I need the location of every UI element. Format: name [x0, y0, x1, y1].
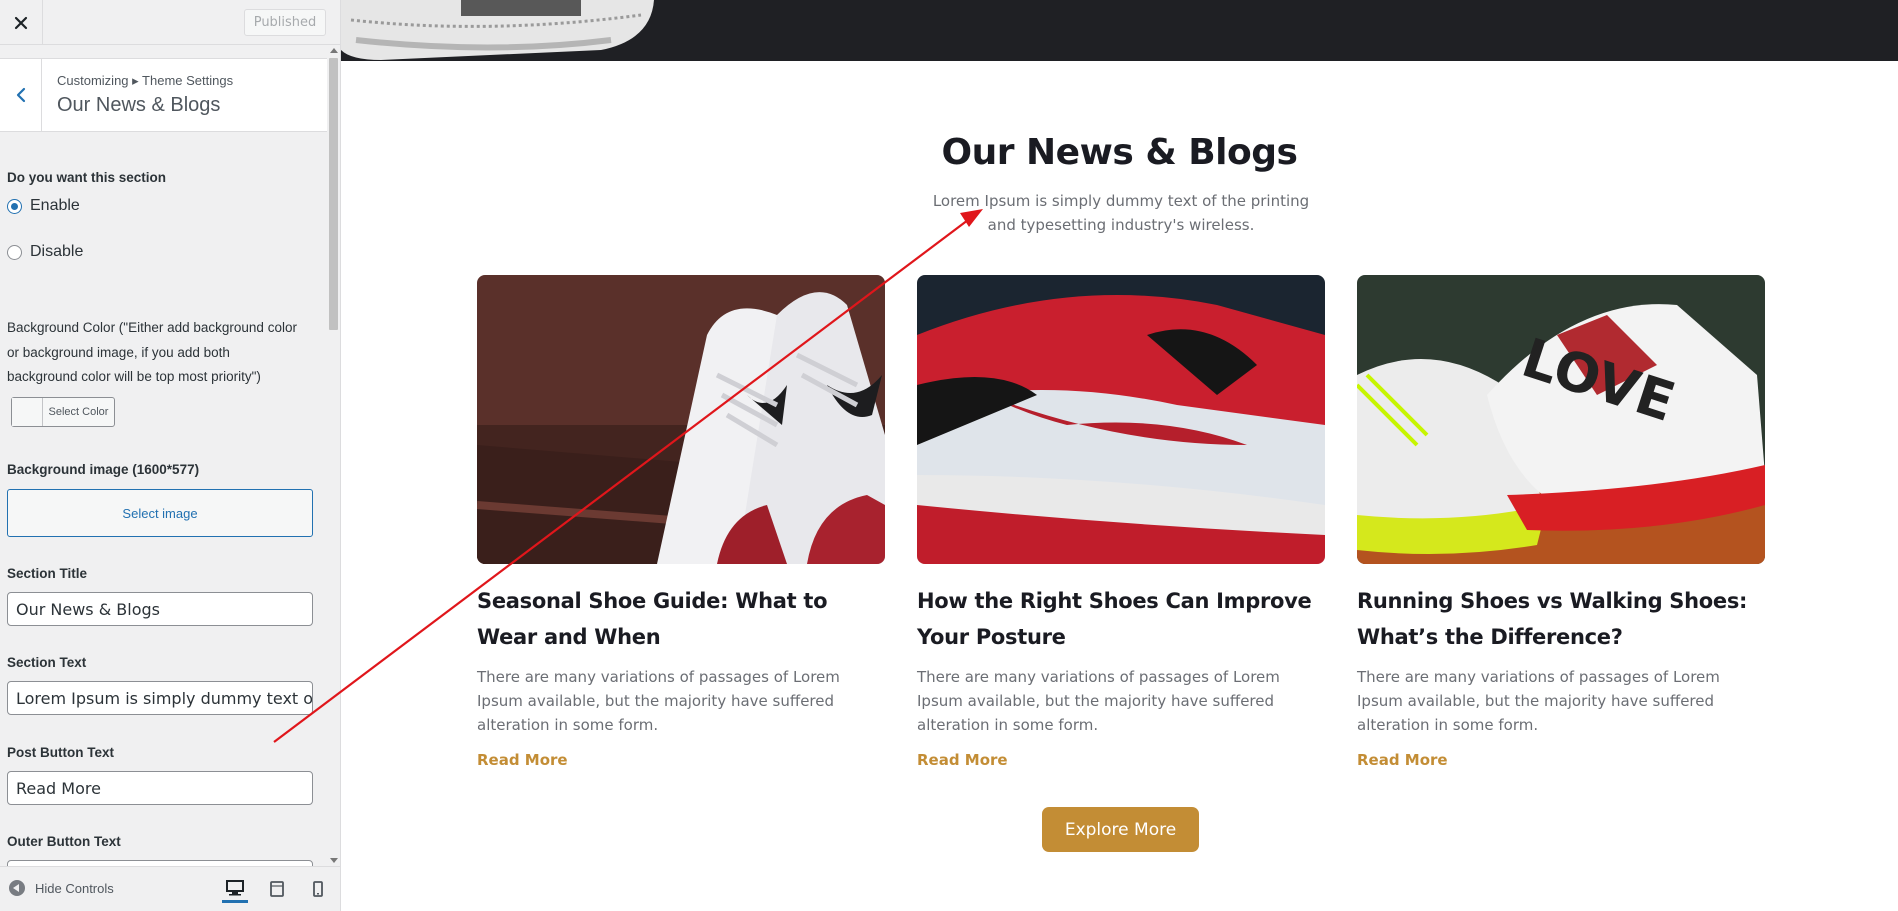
blog-title[interactable]: Seasonal Shoe Guide: What to Wear and Wh… — [477, 583, 885, 655]
hide-controls-label: Hide Controls — [35, 880, 114, 896]
read-more-link[interactable]: Read More — [917, 751, 1325, 769]
blog-excerpt: There are many variations of passages of… — [1357, 668, 1720, 734]
enable-radio-option[interactable]: Enable — [7, 197, 80, 215]
mobile-icon — [313, 881, 323, 897]
panel-title: Our News & Blogs — [57, 94, 221, 116]
blog-excerpt: There are many variations of passages of… — [917, 668, 1280, 734]
bg-image-label: Background image (1600*577) — [7, 462, 200, 477]
sidebar-scrollbar[interactable] — [327, 46, 340, 866]
scrollbar-thumb[interactable] — [329, 58, 338, 330]
select-image-button[interactable]: Select image — [7, 489, 313, 537]
disable-label: Disable — [30, 243, 84, 260]
tablet-icon — [270, 881, 284, 897]
hero-band — [341, 0, 1898, 61]
blog-card: How the Right Shoes Can Improve Your Pos… — [917, 275, 1325, 769]
close-customizer-button[interactable] — [0, 0, 43, 45]
mobile-preview-button[interactable] — [305, 875, 331, 903]
post-button-text-input[interactable]: Read More — [7, 771, 313, 805]
explore-more-button[interactable]: Explore More — [1042, 807, 1199, 852]
section-heading: Our News & Blogs — [941, 132, 1298, 173]
desktop-preview-button[interactable] — [222, 875, 248, 903]
blog-card: Seasonal Shoe Guide: What to Wear and Wh… — [477, 275, 885, 769]
section-header: Customizing ▸ Theme Settings Our News & … — [0, 58, 327, 132]
read-more-link[interactable]: Read More — [477, 751, 885, 769]
enable-label: Enable — [30, 197, 80, 214]
blog-image-sneaker-red[interactable] — [917, 275, 1325, 564]
customizer-topbar: Published — [0, 0, 340, 45]
select-color-label: Select Color — [48, 406, 109, 418]
blog-image-sneakers-white[interactable] — [477, 275, 885, 564]
published-button[interactable]: Published — [244, 9, 326, 36]
scroll-down-icon[interactable] — [330, 858, 338, 863]
blog-excerpt: There are many variations of passages of… — [477, 668, 840, 734]
enable-radio[interactable] — [7, 198, 22, 214]
section-text-label: Section Text — [7, 655, 87, 670]
chevron-left-icon — [16, 87, 25, 103]
section-text: Lorem Ipsum is simply dummy text of the … — [932, 192, 1310, 234]
desktop-icon — [226, 879, 244, 895]
site-preview: Our News & Blogs Lorem Ipsum is simply d… — [341, 0, 1898, 911]
outer-button-text-label: Outer Button Text — [7, 834, 121, 849]
post-button-text-label: Post Button Text — [7, 745, 114, 760]
select-color-button[interactable]: Select Color — [11, 397, 115, 427]
blog-image-sneakers-love[interactable]: LOVE — [1357, 275, 1765, 564]
collapse-arrow-icon — [9, 880, 25, 896]
hide-controls-button[interactable]: Hide Controls — [9, 880, 114, 896]
section-title-input[interactable]: Our News & Blogs — [7, 592, 313, 626]
disable-radio[interactable] — [7, 244, 22, 260]
enable-question-label: Do you want this section — [7, 170, 167, 185]
blog-title[interactable]: How the Right Shoes Can Improve Your Pos… — [917, 583, 1325, 655]
customizer-footer: Hide Controls — [0, 866, 340, 911]
breadcrumb: Customizing ▸ Theme Settings — [57, 73, 234, 88]
tablet-preview-button[interactable] — [264, 875, 290, 903]
customizer-sidebar: Published Customizing ▸ Theme Settings O… — [0, 0, 341, 911]
read-more-link[interactable]: Read More — [1357, 751, 1765, 769]
hero-shoe-image — [341, 0, 654, 60]
scroll-up-icon[interactable] — [330, 48, 338, 53]
close-icon — [14, 16, 28, 29]
section-text-input[interactable]: Lorem Ipsum is simply dummy text of the … — [7, 681, 313, 715]
controls-scroll-area[interactable]: Customizing ▸ Theme Settings Our News & … — [0, 46, 340, 866]
back-button[interactable] — [0, 59, 42, 131]
disable-radio-option[interactable]: Disable — [7, 243, 83, 261]
section-title-label: Section Title — [7, 566, 88, 581]
color-swatch — [12, 398, 43, 426]
blog-card: LOVE Running Shoes vs Walking Shoes: Wha… — [1357, 275, 1765, 769]
blog-title[interactable]: Running Shoes vs Walking Shoes: What’s t… — [1357, 583, 1765, 655]
bg-color-label: Background Color ("Either add background… — [7, 320, 297, 384]
